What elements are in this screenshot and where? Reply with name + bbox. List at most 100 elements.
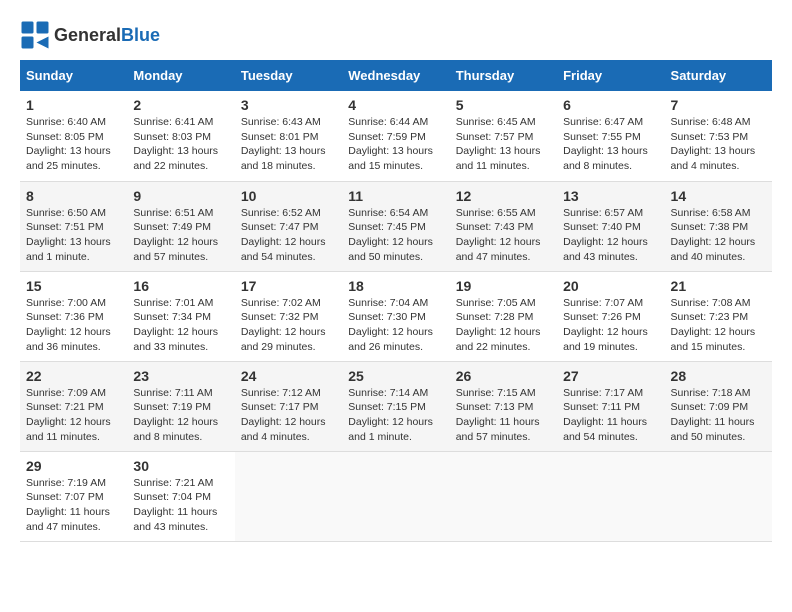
day-info: Sunrise: 7:21 AMSunset: 7:04 PMDaylight:… xyxy=(133,477,217,533)
calendar-cell: 21Sunrise: 7:08 AMSunset: 7:23 PMDayligh… xyxy=(665,271,772,361)
calendar-cell: 8Sunrise: 6:50 AMSunset: 7:51 PMDaylight… xyxy=(20,181,127,271)
calendar-cell: 28 Sunrise: 7:18 AMSunset: 7:09 PMDayligh… xyxy=(665,361,772,451)
day-number: 6 xyxy=(563,97,658,113)
day-info: Sunrise: 6:43 AMSunset: 8:01 PMDaylight:… xyxy=(241,116,326,172)
weekday-header-thursday: Thursday xyxy=(450,60,557,91)
weekday-header-sunday: Sunday xyxy=(20,60,127,91)
calendar-cell: 2 Sunrise: 6:41 AMSunset: 8:03 PMDaylight… xyxy=(127,91,234,181)
calendar-cell: 24Sunrise: 7:12 AMSunset: 7:17 PMDayligh… xyxy=(235,361,342,451)
logo-general-text: General xyxy=(54,25,121,45)
calendar-cell: 19 Sunrise: 7:05 AMSunset: 7:28 PMDayligh… xyxy=(450,271,557,361)
day-info: Sunrise: 6:41 AMSunset: 8:03 PMDaylight:… xyxy=(133,116,218,172)
day-number: 1 xyxy=(26,97,121,113)
day-info: Sunrise: 7:08 AMSunset: 7:23 PMDaylight:… xyxy=(671,297,756,353)
day-number: 23 xyxy=(133,368,228,384)
day-number: 4 xyxy=(348,97,443,113)
calendar-week-row: 8Sunrise: 6:50 AMSunset: 7:51 PMDaylight… xyxy=(20,181,772,271)
day-number: 20 xyxy=(563,278,658,294)
day-number: 2 xyxy=(133,97,228,113)
calendar-cell: 26 Sunrise: 7:15 AMSunset: 7:13 PMDayligh… xyxy=(450,361,557,451)
calendar-cell xyxy=(235,451,342,541)
day-number: 30 xyxy=(133,458,228,474)
day-number: 9 xyxy=(133,188,228,204)
calendar-cell: 6 Sunrise: 6:47 AMSunset: 7:55 PMDaylight… xyxy=(557,91,664,181)
day-number: 3 xyxy=(241,97,336,113)
day-number: 16 xyxy=(133,278,228,294)
day-info: Sunrise: 6:57 AMSunset: 7:40 PMDaylight:… xyxy=(563,207,648,263)
calendar-cell: 5 Sunrise: 6:45 AMSunset: 7:57 PMDaylight… xyxy=(450,91,557,181)
calendar-cell: 1 Sunrise: 6:40 AMSunset: 8:05 PMDaylight… xyxy=(20,91,127,181)
calendar-cell: 13 Sunrise: 6:57 AMSunset: 7:40 PMDayligh… xyxy=(557,181,664,271)
day-info: Sunrise: 7:07 AMSunset: 7:26 PMDaylight:… xyxy=(563,297,648,353)
day-info: Sunrise: 7:12 AMSunset: 7:17 PMDaylight:… xyxy=(241,387,326,443)
calendar-cell: 11 Sunrise: 6:54 AMSunset: 7:45 PMDayligh… xyxy=(342,181,449,271)
calendar-cell xyxy=(665,451,772,541)
day-number: 7 xyxy=(671,97,766,113)
calendar-cell xyxy=(342,451,449,541)
day-number: 14 xyxy=(671,188,766,204)
day-info: Sunrise: 7:02 AMSunset: 7:32 PMDaylight:… xyxy=(241,297,326,353)
calendar-cell: 18 Sunrise: 7:04 AMSunset: 7:30 PMDayligh… xyxy=(342,271,449,361)
weekday-header-tuesday: Tuesday xyxy=(235,60,342,91)
day-info: Sunrise: 7:15 AMSunset: 7:13 PMDaylight:… xyxy=(456,387,540,443)
logo-icon xyxy=(20,20,50,50)
day-info: Sunrise: 7:11 AMSunset: 7:19 PMDaylight:… xyxy=(133,387,218,443)
day-number: 27 xyxy=(563,368,658,384)
day-number: 26 xyxy=(456,368,551,384)
calendar-cell: 23 Sunrise: 7:11 AMSunset: 7:19 PMDayligh… xyxy=(127,361,234,451)
calendar-cell: 9 Sunrise: 6:51 AMSunset: 7:49 PMDaylight… xyxy=(127,181,234,271)
calendar-cell: 22 Sunrise: 7:09 AMSunset: 7:21 PMDayligh… xyxy=(20,361,127,451)
day-number: 12 xyxy=(456,188,551,204)
day-info: Sunrise: 6:51 AMSunset: 7:49 PMDaylight:… xyxy=(133,207,218,263)
calendar-cell: 15 Sunrise: 7:00 AMSunset: 7:36 PMDayligh… xyxy=(20,271,127,361)
day-info: Sunrise: 6:50 AMSunset: 7:51 PMDaylight:… xyxy=(26,207,111,263)
day-number: 5 xyxy=(456,97,551,113)
calendar-cell: 10 Sunrise: 6:52 AMSunset: 7:47 PMDayligh… xyxy=(235,181,342,271)
weekday-header-saturday: Saturday xyxy=(665,60,772,91)
day-info: Sunrise: 6:52 AMSunset: 7:47 PMDaylight:… xyxy=(241,207,326,263)
day-info: Sunrise: 6:48 AMSunset: 7:53 PMDaylight:… xyxy=(671,116,756,172)
logo: GeneralBlue xyxy=(20,20,160,50)
day-number: 19 xyxy=(456,278,551,294)
page-header: GeneralBlue xyxy=(20,20,772,50)
day-info: Sunrise: 7:01 AMSunset: 7:34 PMDaylight:… xyxy=(133,297,218,353)
calendar-week-row: 29Sunrise: 7:19 AMSunset: 7:07 PMDayligh… xyxy=(20,451,772,541)
calendar-cell: 20 Sunrise: 7:07 AMSunset: 7:26 PMDayligh… xyxy=(557,271,664,361)
calendar-cell: 12 Sunrise: 6:55 AMSunset: 7:43 PMDayligh… xyxy=(450,181,557,271)
weekday-header-row: SundayMondayTuesdayWednesdayThursdayFrid… xyxy=(20,60,772,91)
calendar-week-row: 1 Sunrise: 6:40 AMSunset: 8:05 PMDaylight… xyxy=(20,91,772,181)
day-info: Sunrise: 7:09 AMSunset: 7:21 PMDaylight:… xyxy=(26,387,111,443)
day-info: Sunrise: 6:45 AMSunset: 7:57 PMDaylight:… xyxy=(456,116,541,172)
day-info: Sunrise: 7:05 AMSunset: 7:28 PMDaylight:… xyxy=(456,297,541,353)
day-info: Sunrise: 6:47 AMSunset: 7:55 PMDaylight:… xyxy=(563,116,648,172)
day-number: 17 xyxy=(241,278,336,294)
day-number: 15 xyxy=(26,278,121,294)
day-info: Sunrise: 7:00 AMSunset: 7:36 PMDaylight:… xyxy=(26,297,111,353)
day-info: Sunrise: 7:18 AMSunset: 7:09 PMDaylight:… xyxy=(671,387,755,443)
day-info: Sunrise: 6:55 AMSunset: 7:43 PMDaylight:… xyxy=(456,207,541,263)
day-number: 18 xyxy=(348,278,443,294)
calendar-table: SundayMondayTuesdayWednesdayThursdayFrid… xyxy=(20,60,772,542)
day-info: Sunrise: 7:14 AMSunset: 7:15 PMDaylight:… xyxy=(348,387,433,443)
calendar-week-row: 22 Sunrise: 7:09 AMSunset: 7:21 PMDayligh… xyxy=(20,361,772,451)
day-number: 13 xyxy=(563,188,658,204)
calendar-cell: 25 Sunrise: 7:14 AMSunset: 7:15 PMDayligh… xyxy=(342,361,449,451)
calendar-cell: 14Sunrise: 6:58 AMSunset: 7:38 PMDayligh… xyxy=(665,181,772,271)
calendar-cell: 7 Sunrise: 6:48 AMSunset: 7:53 PMDaylight… xyxy=(665,91,772,181)
day-number: 11 xyxy=(348,188,443,204)
logo-blue-text: Blue xyxy=(121,25,160,45)
day-info: Sunrise: 6:40 AMSunset: 8:05 PMDaylight:… xyxy=(26,116,111,172)
day-info: Sunrise: 7:17 AMSunset: 7:11 PMDaylight:… xyxy=(563,387,647,443)
day-info: Sunrise: 7:04 AMSunset: 7:30 PMDaylight:… xyxy=(348,297,433,353)
day-number: 25 xyxy=(348,368,443,384)
day-number: 22 xyxy=(26,368,121,384)
day-info: Sunrise: 6:54 AMSunset: 7:45 PMDaylight:… xyxy=(348,207,433,263)
weekday-header-monday: Monday xyxy=(127,60,234,91)
weekday-header-friday: Friday xyxy=(557,60,664,91)
calendar-cell: 4 Sunrise: 6:44 AMSunset: 7:59 PMDaylight… xyxy=(342,91,449,181)
day-number: 28 xyxy=(671,368,766,384)
day-info: Sunrise: 6:44 AMSunset: 7:59 PMDaylight:… xyxy=(348,116,433,172)
day-number: 29 xyxy=(26,458,121,474)
calendar-cell: 3 Sunrise: 6:43 AMSunset: 8:01 PMDaylight… xyxy=(235,91,342,181)
day-number: 10 xyxy=(241,188,336,204)
